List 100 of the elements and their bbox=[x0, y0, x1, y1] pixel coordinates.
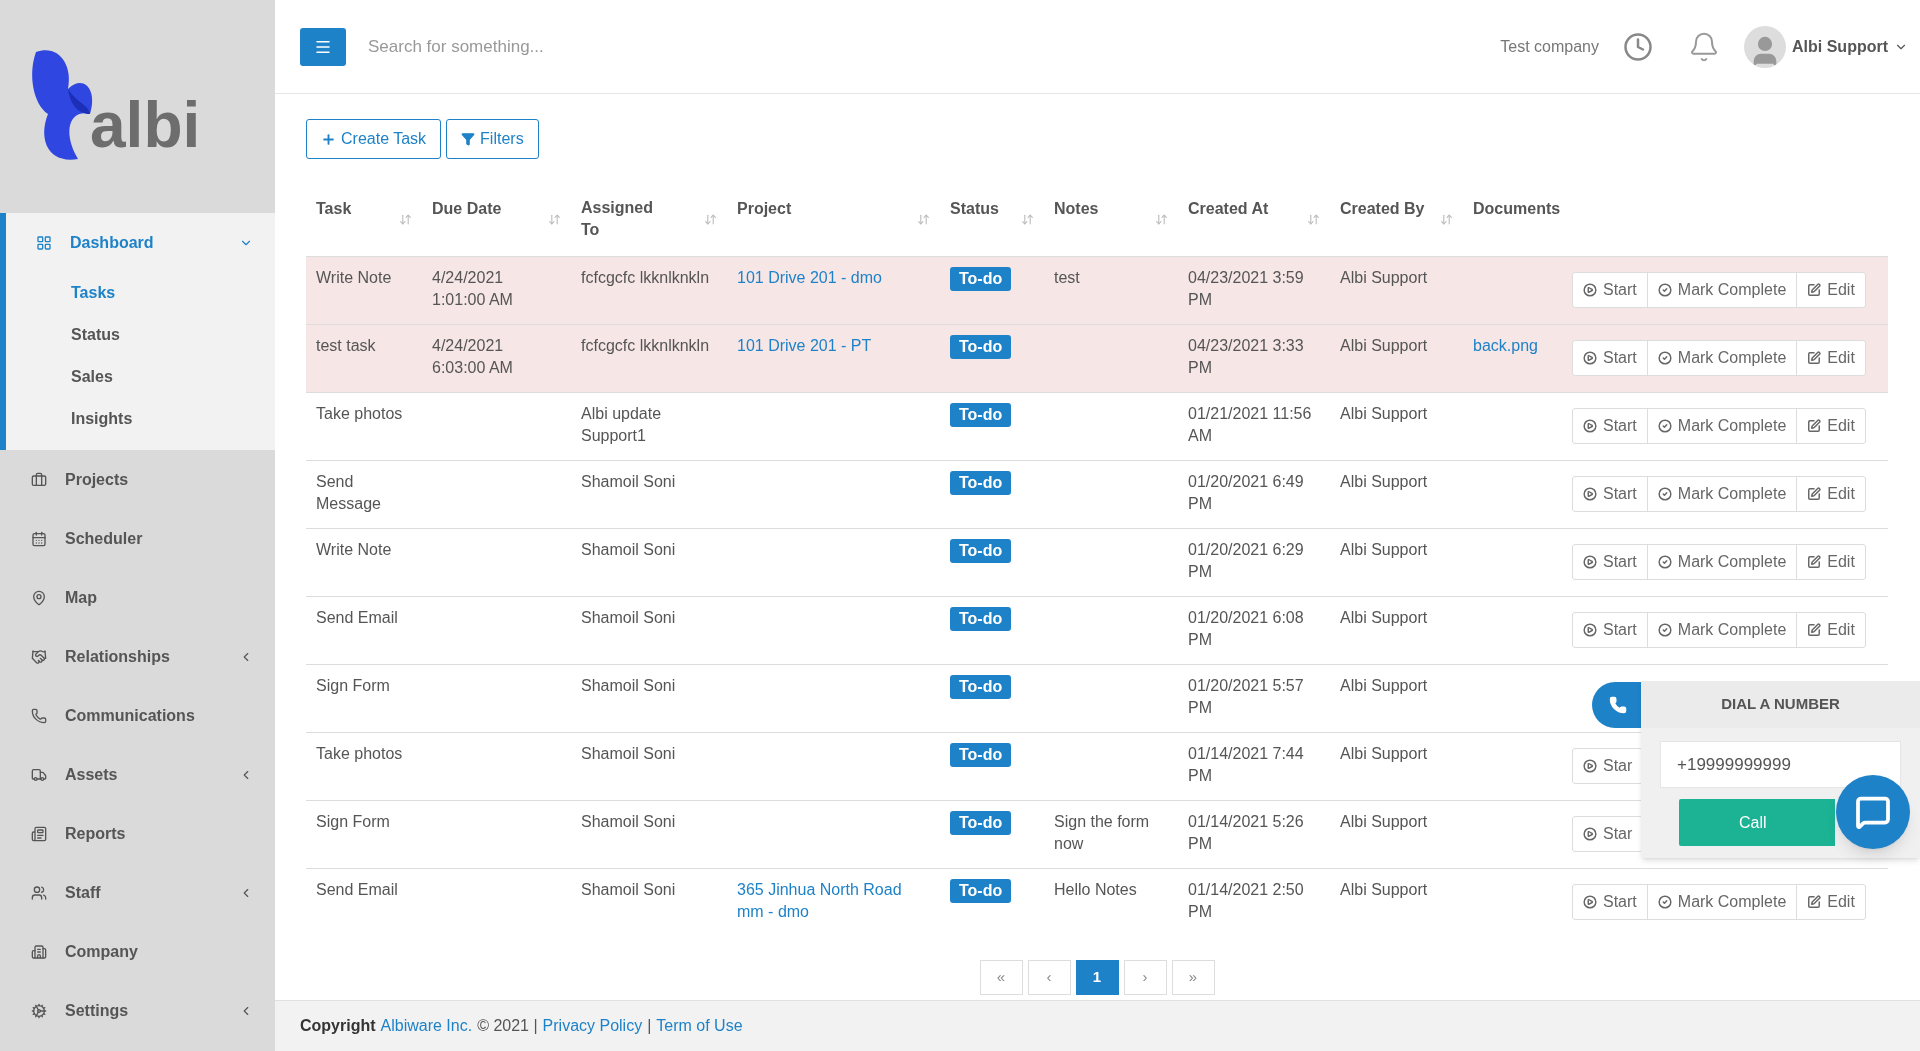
edit-icon bbox=[1807, 419, 1822, 433]
edit-button[interactable]: Edit bbox=[1796, 612, 1866, 648]
bell-icon[interactable] bbox=[1688, 30, 1720, 63]
start-button[interactable]: Star bbox=[1572, 816, 1644, 852]
sidebar-item[interactable]: Assets bbox=[0, 745, 275, 804]
mark-complete-button[interactable]: Mark Complete bbox=[1646, 272, 1798, 308]
edit-button[interactable]: Edit bbox=[1796, 884, 1866, 921]
edit-button[interactable]: Edit bbox=[1796, 408, 1866, 444]
column-header[interactable]: Notes bbox=[1054, 198, 1099, 220]
sort-icon[interactable] bbox=[1155, 213, 1168, 226]
sort-icon[interactable] bbox=[704, 213, 717, 226]
sidebar-item[interactable]: Reports bbox=[0, 804, 275, 863]
sidebar-item[interactable]: Settings bbox=[0, 981, 275, 1040]
project-link[interactable]: 101 Drive 201 - dmo bbox=[737, 266, 882, 289]
start-button[interactable]: Start bbox=[1572, 544, 1648, 580]
sidebar-item[interactable]: Communications bbox=[0, 686, 275, 745]
user-menu[interactable]: Albi Support bbox=[1792, 34, 1888, 59]
mark-complete-button[interactable]: Mark Complete bbox=[1646, 408, 1798, 444]
column-header[interactable]: Created By bbox=[1340, 198, 1425, 220]
edit-button[interactable]: Edit bbox=[1796, 476, 1866, 512]
sidebar-subitem[interactable]: Tasks bbox=[6, 272, 275, 314]
mark-complete-button[interactable]: Mark Complete bbox=[1646, 476, 1798, 512]
column-header[interactable]: Created At bbox=[1188, 198, 1269, 220]
mark-complete-button[interactable]: Mark Complete bbox=[1646, 884, 1798, 921]
avatar-icon[interactable] bbox=[1744, 25, 1786, 68]
table-cell: fcfcgcfc lkknlknkln bbox=[581, 268, 710, 286]
sort-icon[interactable] bbox=[1440, 213, 1453, 226]
sidebar-item[interactable]: Relationships bbox=[0, 627, 275, 686]
filter-icon bbox=[461, 132, 476, 146]
create-task-button[interactable]: Create Task bbox=[306, 119, 442, 159]
start-button[interactable]: Start bbox=[1572, 612, 1648, 648]
status-badge: To-do bbox=[950, 266, 1012, 291]
play-icon bbox=[1583, 351, 1597, 365]
copyright-text: Copyright bbox=[300, 1016, 376, 1036]
edit-button[interactable]: Edit bbox=[1796, 544, 1866, 580]
table-cell: Albi Support bbox=[1340, 336, 1428, 354]
table-cell: Shamoil Soni bbox=[581, 744, 676, 762]
sort-icon[interactable] bbox=[1021, 213, 1034, 226]
sidebar-subitem[interactable]: Insights bbox=[6, 398, 275, 440]
project-link[interactable]: 101 Drive 201 - PT bbox=[737, 334, 872, 357]
column-header[interactable]: Due Date bbox=[432, 198, 502, 220]
privacy-link[interactable]: Privacy Policy bbox=[542, 1014, 643, 1038]
table-cell: Take photos bbox=[316, 744, 403, 762]
sidebar-subitem[interactable]: Status bbox=[6, 314, 275, 356]
sidebar-subitem[interactable]: Sales bbox=[6, 356, 275, 398]
sort-icon[interactable] bbox=[1307, 213, 1320, 226]
search-field[interactable]: Search for something... bbox=[368, 33, 868, 60]
page-button[interactable]: › bbox=[1123, 960, 1167, 995]
page-button[interactable]: 1 bbox=[1075, 960, 1119, 995]
table-cell: 04/23/2021 3:33 PM bbox=[1188, 336, 1304, 376]
check-circle-icon bbox=[1657, 283, 1672, 297]
column-header[interactable]: Documents bbox=[1473, 198, 1558, 220]
sidebar-item[interactable]: Projects bbox=[0, 450, 275, 509]
project-link[interactable]: 365 Jinhua North Road mm - dmo bbox=[737, 878, 917, 923]
table-cell-text: 4/24/2021 1:01:00 AM bbox=[432, 267, 514, 310]
clock-icon[interactable] bbox=[1623, 31, 1653, 62]
mark-complete-button[interactable]: Mark Complete bbox=[1646, 340, 1798, 376]
menu-button[interactable] bbox=[300, 27, 346, 66]
table-cell: Albi Support bbox=[1340, 880, 1428, 898]
column-header[interactable]: Status bbox=[950, 198, 999, 220]
filters-button[interactable]: Filters bbox=[446, 119, 539, 159]
page-button[interactable]: » bbox=[1171, 960, 1215, 995]
table-cell: Shamoil Soni bbox=[581, 676, 676, 694]
column-header[interactable]: Project bbox=[737, 198, 792, 220]
table-cell: test bbox=[1054, 268, 1080, 286]
column-header[interactable]: Task bbox=[316, 198, 352, 220]
start-button[interactable]: Start bbox=[1572, 476, 1648, 512]
check-circle-icon bbox=[1657, 895, 1672, 910]
start-button[interactable]: Start bbox=[1572, 340, 1648, 376]
building-icon bbox=[31, 943, 47, 960]
table-cell: Send Email bbox=[316, 880, 398, 898]
company-link[interactable]: Albiware Inc. bbox=[380, 1014, 473, 1038]
sidebar-item[interactable]: Scheduler bbox=[0, 509, 275, 568]
page-button[interactable]: « bbox=[979, 960, 1023, 995]
sort-icon[interactable] bbox=[399, 213, 412, 226]
edit-button[interactable]: Edit bbox=[1796, 272, 1866, 308]
play-icon bbox=[1583, 283, 1597, 297]
list-icon bbox=[31, 825, 47, 842]
sort-icon[interactable] bbox=[548, 213, 561, 226]
page-button[interactable]: ‹ bbox=[1027, 960, 1071, 995]
start-button[interactable]: Start bbox=[1572, 884, 1648, 921]
mark-complete-button[interactable]: Mark Complete bbox=[1646, 612, 1798, 648]
sidebar-item[interactable]: Dashboard bbox=[6, 213, 275, 272]
play-icon bbox=[1583, 487, 1597, 501]
mark-complete-button[interactable]: Mark Complete bbox=[1646, 544, 1798, 580]
sidebar-item[interactable]: Company bbox=[0, 922, 275, 981]
phone-number-field[interactable]: +19999999999 bbox=[1660, 741, 1901, 788]
terms-link[interactable]: Term of Use bbox=[656, 1014, 743, 1038]
start-button[interactable]: Start bbox=[1572, 272, 1648, 308]
status-badge: To-do bbox=[950, 538, 1012, 563]
edit-icon bbox=[1807, 623, 1822, 637]
edit-button[interactable]: Edit bbox=[1796, 340, 1866, 376]
column-header[interactable]: Assigned To bbox=[581, 197, 666, 241]
start-button[interactable]: Start bbox=[1572, 408, 1648, 444]
sidebar-item[interactable]: Map bbox=[0, 568, 275, 627]
sidebar-item[interactable]: Staff bbox=[0, 863, 275, 922]
table-cell: Albi Support bbox=[1340, 676, 1428, 694]
document-link[interactable]: back.png bbox=[1473, 334, 1538, 357]
sort-icon[interactable] bbox=[917, 213, 930, 226]
start-button[interactable]: Star bbox=[1572, 748, 1644, 784]
